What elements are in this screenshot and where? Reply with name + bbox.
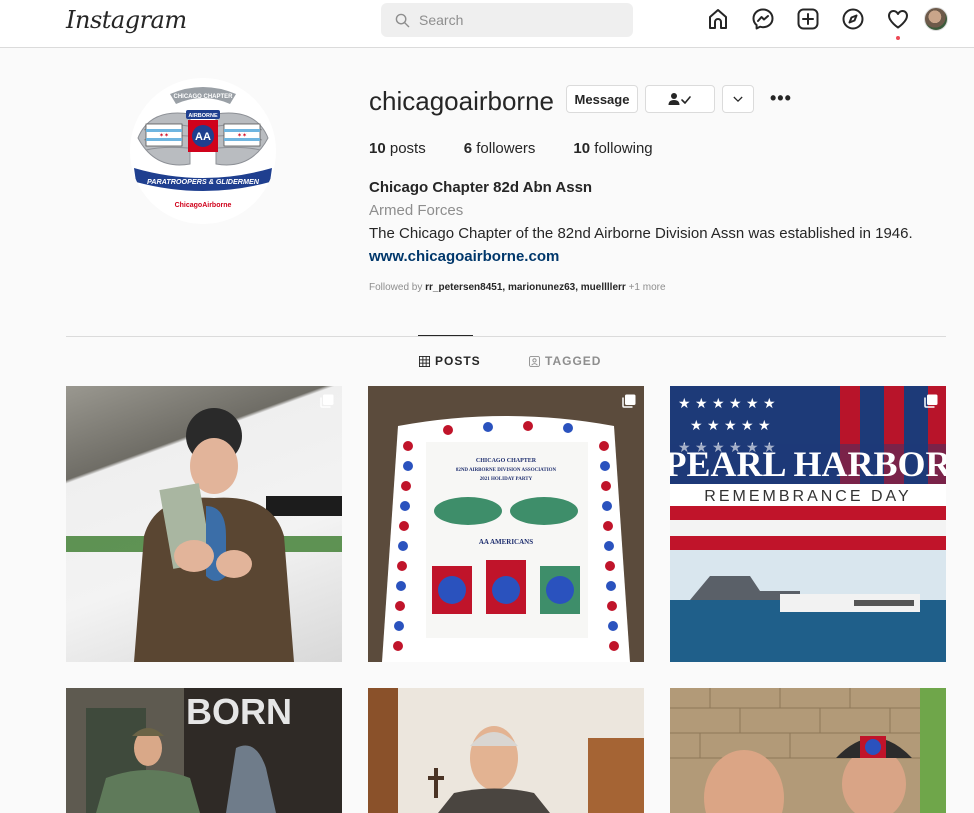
profile-avatar-button[interactable] [924,7,948,31]
svg-text:✶✶: ✶✶ [237,132,247,139]
more-options-icon[interactable]: ••• [770,88,792,109]
logo-airborne-text: AIRBORNE [188,113,218,119]
profile-full-name: Chicago Chapter 82d Abn Assn [369,179,593,196]
tab-tagged[interactable]: TAGGED [529,354,601,368]
followed-by-more: +1 more [628,282,666,293]
profile-username: chicagoairborne [369,86,555,116]
notification-dot [896,36,900,40]
pearl-harbor-subtitle: REMEMBRANCE DAY [704,488,911,505]
suggested-accounts-dropdown[interactable] [722,85,754,113]
followers-stat[interactable]: 6 followers [464,140,536,157]
svg-text:★ ★ ★ ★ ★ ★: ★ ★ ★ ★ ★ ★ [678,396,776,412]
svg-text:✶✶: ✶✶ [159,132,169,139]
pearl-harbor-title: PEARL HARBOR [670,444,946,484]
tagged-person-icon [529,355,540,367]
multiple-photos-icon [924,394,938,408]
cake-caption: AA AMERICANS [479,538,533,546]
post-image-smiling-man [368,688,644,813]
chevron-down-icon [733,96,743,102]
post-image-holiday-cake: CHICAGO CHAPTER 82ND AIRBORNE DIVISION A… [368,386,644,662]
followed-by-prefix: Followed by [369,282,423,293]
svg-text:AA: AA [195,131,211,143]
posts-label: posts [389,140,426,157]
tabs-divider [66,336,946,337]
posts-stat[interactable]: 10 posts [369,140,426,157]
cake-line-1: CHICAGO CHAPTER [476,458,537,464]
followers-label: followers [476,140,536,157]
profile-website-link[interactable]: www.chicagoairborne.com [369,248,559,265]
nav-icon-group [706,7,931,40]
post-image-two-men-stone-wall [670,688,946,813]
logo-top-text: CHICAGO CHAPTER [173,94,233,100]
post-image-pearl-harbor: ★ ★ ★ ★ ★ ★ ★ ★ ★ ★ ★ ★ ★ ★ ★ ★ ★ PEARL … [670,386,946,662]
grid-icon [419,355,430,367]
posts-count: 10 [369,140,386,157]
home-icon[interactable] [706,7,730,31]
new-post-icon[interactable] [796,7,820,31]
post-image-man-with-sign: BORN [66,688,342,813]
svg-text:★ ★ ★ ★ ★: ★ ★ ★ ★ ★ [690,418,771,434]
following-label: following [594,140,653,157]
post-thumbnail-6[interactable] [670,688,946,813]
person-check-icon [668,93,691,105]
post-thumbnail-3[interactable]: ★ ★ ★ ★ ★ ★ ★ ★ ★ ★ ★ ★ ★ ★ ★ ★ ★ PEARL … [670,386,946,662]
explore-icon[interactable] [841,7,865,31]
profile-picture[interactable]: CHICAGO CHAPTER ✶✶ ✶✶ AIRBORNE AA PARATR… [130,78,276,224]
activity-heart-icon[interactable] [886,7,910,40]
top-navigation-bar: Instagram [0,0,974,48]
post-thumbnail-5[interactable] [368,688,644,813]
post-thumbnail-1[interactable] [66,386,342,662]
profile-stats: 10 posts 6 followers 10 following [369,140,691,157]
followed-by-text[interactable]: Followed by rr_petersen8451, marionunez6… [369,282,666,293]
post-thumbnail-2[interactable]: CHICAGO CHAPTER 82ND AIRBORNE DIVISION A… [368,386,644,662]
messenger-icon[interactable] [751,7,775,31]
search-box[interactable] [381,3,633,37]
active-tab-indicator [418,335,473,336]
post-thumbnail-4[interactable]: BORN [66,688,342,813]
following-stat[interactable]: 10 following [573,140,652,157]
logo-banner-text: PARATROOPERS & GLIDERMEN [147,177,260,186]
logo-bottom-text: ChicagoAirborne [175,202,232,209]
tab-tagged-label: TAGGED [545,354,602,368]
multiple-photos-icon [622,394,636,408]
followed-by-names: rr_petersen8451, marionunez63, muellller… [425,282,626,293]
search-input[interactable] [419,12,619,28]
profile-category: Armed Forces [369,202,464,219]
post-image-man-holding-items [66,408,342,662]
tab-posts[interactable]: POSTS [419,354,481,368]
tab-posts-label: POSTS [435,354,481,368]
message-button[interactable]: Message [566,85,638,113]
chapter-logo-image: CHICAGO CHAPTER ✶✶ ✶✶ AIRBORNE AA PARATR… [130,78,276,224]
search-icon [395,13,410,27]
following-count: 10 [573,140,591,157]
sign-text: BORN [186,691,292,732]
profile-bio: The Chicago Chapter of the 82nd Airborne… [369,225,913,242]
followers-count: 6 [463,140,473,157]
instagram-logo[interactable]: Instagram [66,6,187,34]
following-status-button[interactable] [645,85,715,113]
multiple-photos-icon [320,394,334,408]
cake-line-2: 82ND AIRBORNE DIVISION ASSOCIATION [456,468,557,473]
cake-line-3: 2021 HOLIDAY PARTY [480,477,533,482]
